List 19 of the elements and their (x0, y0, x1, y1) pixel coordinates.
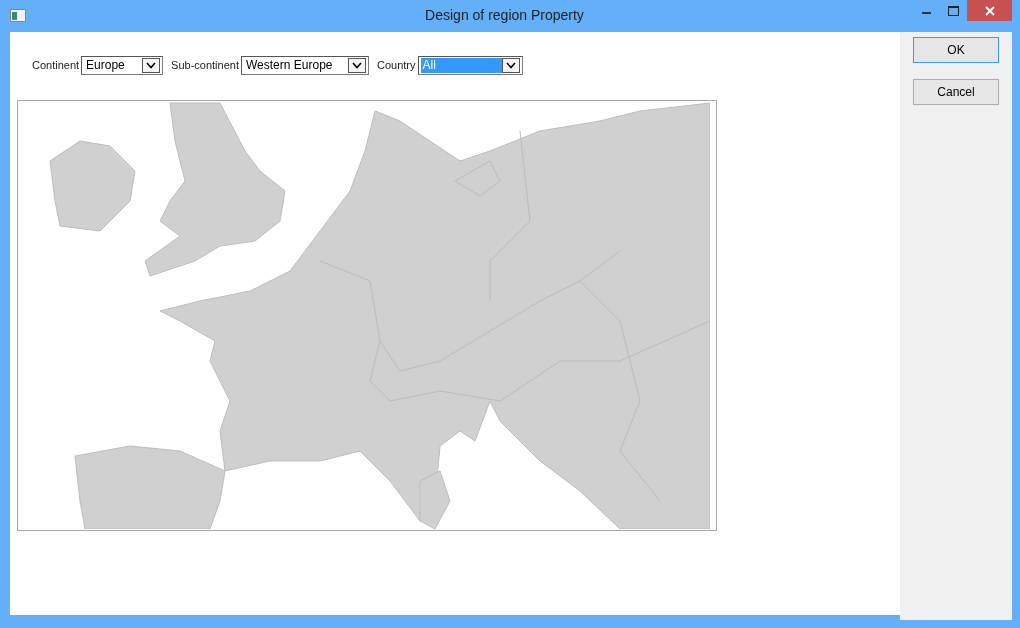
close-icon (984, 5, 995, 16)
dropdown-arrow-button[interactable] (501, 57, 520, 73)
chevron-down-icon (352, 61, 362, 69)
dropdown-arrow-button[interactable] (142, 57, 161, 73)
close-button[interactable] (967, 0, 1012, 21)
maximize-icon (948, 5, 959, 16)
chevron-down-icon (146, 61, 157, 69)
filter-label: Continent (32, 59, 80, 71)
filter-label: Sub-continent (171, 59, 239, 71)
app-icon (10, 9, 26, 22)
window-title: Design of region Property (425, 7, 584, 23)
dropdown[interactable]: Europe (81, 55, 164, 75)
dropdown[interactable]: Western Europe (241, 55, 369, 75)
dialog-button[interactable]: Cancel (913, 79, 999, 105)
minimize-icon (922, 12, 931, 14)
dialog-button[interactable]: OK (913, 37, 999, 63)
dropdown-arrow-button[interactable] (348, 57, 366, 73)
chevron-down-icon (505, 61, 516, 69)
filter-label: Country (377, 59, 416, 71)
